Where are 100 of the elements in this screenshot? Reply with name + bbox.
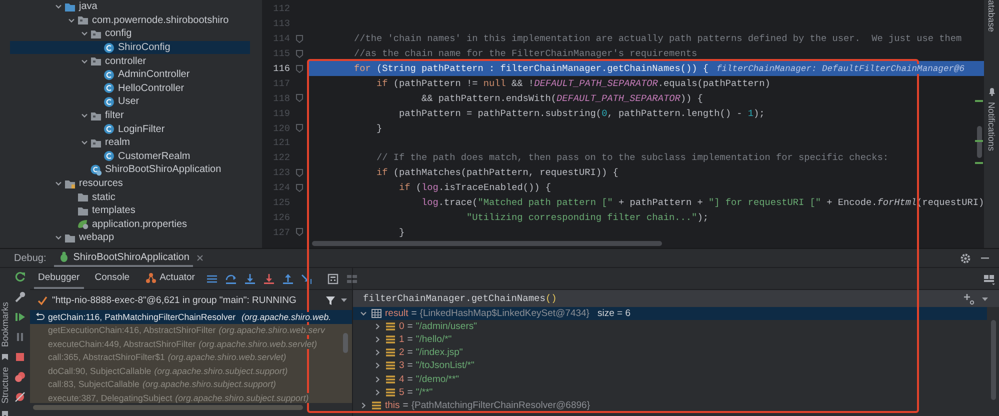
menu-icon[interactable] bbox=[206, 272, 218, 284]
variable-row[interactable]: 0 = "/admin/users" bbox=[353, 320, 987, 334]
code-line: && pathPattern.endsWith(DEFAULT_PATH_SEPARATOR)) { bbox=[420, 92, 703, 104]
wrench-icon[interactable] bbox=[14, 291, 26, 303]
class-icon bbox=[103, 82, 115, 94]
properties-icon bbox=[77, 218, 89, 230]
tree-item[interactable]: CustomerRealm bbox=[10, 150, 250, 164]
package-icon bbox=[77, 14, 89, 26]
breakpoints-icon[interactable] bbox=[14, 371, 26, 383]
variable-row[interactable]: result = {LinkedHashMap$LinkedKeySet@7434} size = 6 bbox=[353, 307, 987, 320]
close-icon[interactable] bbox=[196, 254, 204, 262]
fold-marker-icon[interactable] bbox=[296, 50, 303, 58]
variable-row[interactable]: this = {PathMatchingFilterChainResolver@6896} bbox=[353, 398, 987, 412]
tree-item[interactable]: config bbox=[10, 27, 250, 41]
tree-item[interactable]: filter bbox=[10, 108, 250, 122]
variable-row[interactable]: 5 = "/**" bbox=[353, 386, 987, 399]
add-watch-icon[interactable] bbox=[963, 292, 975, 304]
stack-frame[interactable]: getChain:116, PathMatchingFilterChainResolver (org.apache.shiro.web. bbox=[30, 310, 352, 324]
pause-icon[interactable] bbox=[14, 331, 26, 343]
cursor-arrow-icon[interactable] bbox=[300, 272, 313, 284]
chevron-right-icon[interactable] bbox=[359, 400, 368, 410]
list-icon bbox=[385, 360, 396, 372]
chevron-right-icon[interactable] bbox=[373, 348, 382, 358]
settings-icon[interactable] bbox=[960, 252, 971, 264]
tool-window-label[interactable]: Notifications bbox=[986, 102, 996, 152]
tab[interactable]: Actuator bbox=[140, 268, 199, 289]
tool-window-label[interactable]: Bookmarks bbox=[0, 302, 10, 348]
rerun-icon[interactable] bbox=[14, 271, 26, 283]
scrollbar[interactable] bbox=[312, 240, 662, 246]
stop-icon[interactable] bbox=[14, 351, 26, 363]
chevron-right-icon[interactable] bbox=[373, 388, 382, 397]
tree-item[interactable]: LoginFilter bbox=[10, 122, 250, 136]
tree-item[interactable]: java bbox=[10, 0, 250, 14]
session-tab[interactable]: ShiroBootShiroApplication bbox=[54, 249, 194, 267]
arrow-down-icon[interactable] bbox=[262, 272, 275, 284]
change-marker bbox=[975, 140, 983, 142]
nodes-icon bbox=[144, 272, 157, 284]
tree-item[interactable]: ShiroBootShiroApplication bbox=[10, 163, 250, 177]
tree-item[interactable]: realm bbox=[10, 136, 250, 150]
tree-item[interactable]: static bbox=[10, 190, 250, 204]
fold-marker-icon[interactable] bbox=[296, 34, 303, 43]
grid-icon[interactable] bbox=[346, 272, 358, 284]
tool-window-label[interactable]: atabase bbox=[986, 0, 996, 32]
tree-item[interactable]: resources bbox=[10, 176, 250, 190]
dropdown-caret-icon[interactable] bbox=[340, 296, 348, 304]
variable-row[interactable]: 1 = "/hello/*" bbox=[353, 333, 987, 346]
fold-marker-icon[interactable] bbox=[296, 184, 303, 192]
code-line: "Utilizing corresponding filter chain..."); bbox=[466, 212, 708, 223]
layout-icon[interactable] bbox=[983, 272, 995, 284]
chevron-down-icon[interactable] bbox=[80, 29, 89, 38]
folder-icon bbox=[77, 191, 89, 204]
tree-item[interactable]: AdminController bbox=[10, 68, 250, 82]
chevron-down-icon[interactable] bbox=[80, 138, 89, 148]
tool-window-label[interactable]: Structure bbox=[0, 367, 10, 404]
fold-marker-icon[interactable] bbox=[296, 64, 303, 72]
list-icon bbox=[385, 334, 396, 346]
arrow-down-icon[interactable] bbox=[244, 272, 256, 284]
arrow-curve-icon[interactable] bbox=[224, 272, 237, 284]
chevron-right-icon[interactable] bbox=[373, 335, 382, 344]
fold-marker-icon[interactable] bbox=[296, 94, 303, 102]
panel-title: Debug: bbox=[14, 252, 46, 264]
tree-item[interactable]: User bbox=[10, 95, 250, 109]
scrollbar[interactable] bbox=[343, 333, 348, 353]
chevron-right-icon[interactable] bbox=[373, 374, 382, 384]
chevron-down-icon[interactable] bbox=[54, 179, 63, 188]
tree-item[interactable]: templates bbox=[10, 204, 250, 218]
bookmark-icon[interactable] bbox=[1, 353, 9, 362]
tree-item[interactable]: application.properties bbox=[10, 218, 250, 232]
calculator-icon[interactable] bbox=[326, 272, 339, 284]
tree-item[interactable]: HelloController bbox=[10, 82, 250, 96]
fold-marker-icon[interactable] bbox=[296, 124, 303, 132]
variable-row[interactable]: 4 = "/demo/**" bbox=[353, 372, 987, 386]
variable-row[interactable]: 2 = "/index.jsp" bbox=[353, 346, 987, 360]
arrow-up-icon[interactable] bbox=[282, 272, 294, 284]
bell-icon[interactable] bbox=[986, 86, 996, 96]
scrollbar[interactable] bbox=[33, 405, 303, 410]
dropdown-caret-icon[interactable] bbox=[981, 294, 989, 302]
filter-icon[interactable] bbox=[325, 294, 336, 306]
tree-item[interactable]: controller bbox=[10, 54, 250, 68]
tree-item[interactable]: ShiroConfig bbox=[10, 40, 250, 54]
scrollbar[interactable] bbox=[977, 126, 982, 158]
tab[interactable]: Console bbox=[90, 268, 134, 289]
scrollbar[interactable] bbox=[991, 320, 996, 400]
resume-icon[interactable] bbox=[14, 311, 26, 323]
chevron-down-icon[interactable] bbox=[54, 2, 63, 12]
fold-marker-icon[interactable] bbox=[296, 228, 303, 236]
bookmark-icon[interactable] bbox=[1, 410, 9, 416]
list-icon bbox=[371, 400, 382, 411]
variable-row[interactable]: 3 = "/toJsonList/*" bbox=[353, 359, 987, 372]
tree-item[interactable]: com.powernode.shirobootshiro bbox=[10, 14, 250, 28]
chevron-down-icon[interactable] bbox=[54, 233, 63, 242]
thread-selector[interactable]: "http-nio-8888-exec-8"@6,621 in group "main": RUNNING bbox=[52, 294, 321, 306]
mute-breakpoints-icon[interactable] bbox=[14, 391, 26, 403]
chevron-down-icon[interactable] bbox=[359, 309, 368, 318]
tree-item[interactable]: webapp bbox=[10, 231, 250, 245]
tab[interactable]: Debugger bbox=[34, 268, 84, 289]
chevron-right-icon[interactable] bbox=[373, 322, 382, 332]
fold-marker-icon[interactable] bbox=[296, 168, 303, 177]
chevron-down-icon[interactable] bbox=[80, 111, 89, 120]
chevron-right-icon[interactable] bbox=[373, 361, 382, 370]
